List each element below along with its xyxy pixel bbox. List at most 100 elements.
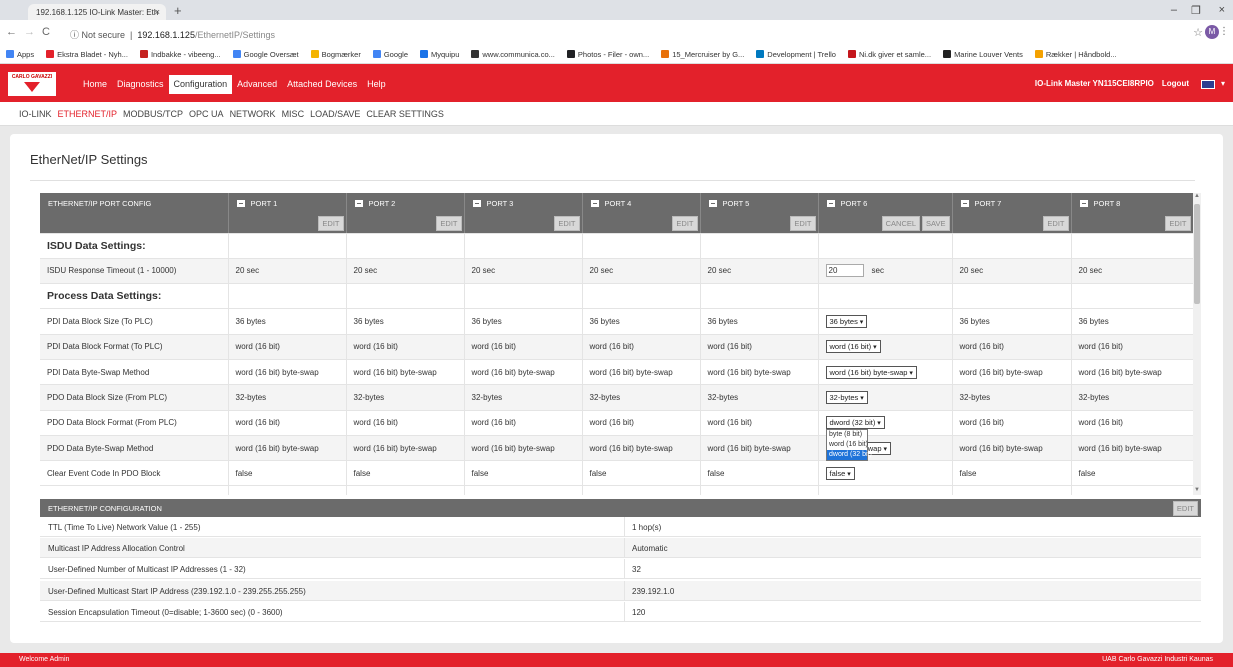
edit-button[interactable]: EDIT	[790, 215, 816, 231]
edit-button[interactable]: EDIT	[1043, 215, 1069, 231]
dropdown-option[interactable]: dword (32 bit)	[827, 450, 872, 460]
nav-item-configuration[interactable]: Configuration	[168, 75, 233, 94]
value-cell: word (16 bit) byte-swap	[1071, 359, 1193, 386]
edit-button[interactable]: EDIT	[554, 215, 580, 231]
subnav-item-ethernet-ip[interactable]: ETHERNET/IP	[58, 109, 118, 119]
edit-button[interactable]: EDIT	[672, 215, 698, 231]
port-column-header: PORT 3	[464, 193, 583, 214]
subnav-item-io-link[interactable]: IO-LINK	[19, 109, 52, 119]
menu-icon[interactable]: ⋮	[1219, 26, 1229, 37]
nav-item-diagnostics[interactable]: Diagnostics	[112, 75, 169, 94]
chevron-down-icon[interactable]: ▾	[1221, 79, 1225, 88]
nav-item-advanced[interactable]: Advanced	[232, 75, 282, 94]
new-tab-icon[interactable]: +	[174, 3, 182, 18]
bookmark-item[interactable]: Bogmærker	[305, 46, 367, 59]
browser-tabbar: 192.168.1.125 IO-Link Master: Eth × + – ❐…	[0, 0, 1233, 20]
section-row: ISDU Data Settings:	[40, 233, 1193, 259]
select-field[interactable]: 32-bytes	[825, 390, 868, 404]
logout-link[interactable]: Logout	[1162, 79, 1189, 88]
eip-config-edit-button[interactable]: EDIT	[1172, 501, 1198, 516]
back-icon[interactable]: ←	[6, 26, 17, 38]
edit-button[interactable]: EDIT	[1165, 215, 1191, 231]
select-field[interactable]: 36 bytes	[825, 315, 868, 329]
collapse-icon[interactable]	[708, 200, 717, 207]
select-field[interactable]: word (16 bit)	[825, 340, 881, 354]
bookmark-item[interactable]: Indbakke - vibeeng...	[134, 46, 227, 59]
bookmark-item[interactable]: Myquipu	[414, 46, 465, 59]
subnav-item-modbus-tcp[interactable]: MODBUS/TCP	[123, 109, 183, 119]
subnav-item-opc-ua[interactable]: OPC UA	[189, 109, 224, 119]
collapse-icon[interactable]	[826, 200, 835, 207]
empty-cell	[228, 283, 347, 310]
bookmark-item[interactable]: Apps	[0, 46, 40, 59]
config-label: Session Encapsulation Timeout (0=disable…	[48, 607, 283, 617]
bookmark-star-icon[interactable]: ☆	[1193, 26, 1203, 39]
collapse-icon[interactable]	[472, 200, 481, 207]
bookmark-icon	[847, 50, 856, 58]
edit-button[interactable]: EDIT	[436, 215, 462, 231]
bookmark-icon	[310, 50, 319, 58]
logo[interactable]: CARLO GAVAZZI	[8, 72, 56, 96]
collapse-icon[interactable]	[590, 200, 599, 207]
value-cell: word (16 bit) byte-swap	[346, 435, 465, 462]
close-tab-icon[interactable]: ×	[155, 7, 160, 17]
row-label: Clear Event Code In PDO Block	[40, 460, 229, 487]
subnav-item-misc[interactable]: MISC	[282, 109, 305, 119]
scrollbar-thumb[interactable]	[1194, 204, 1200, 304]
nav-item-attached-devices[interactable]: Attached Devices	[282, 75, 362, 94]
bookmark-item[interactable]: Development | Trello	[750, 46, 842, 59]
port-column-header: PORT 5	[700, 193, 819, 214]
bookmark-item[interactable]: Rækker | Håndbold...	[1029, 46, 1123, 59]
table-row: ISDU Response Timeout (1 - 10000) 20 sec 2…	[40, 258, 1193, 285]
subnav-item-load-save[interactable]: LOAD/SAVE	[310, 109, 360, 119]
dropdown-option[interactable]: word (16 bit)	[827, 440, 868, 450]
dropdown-option[interactable]: byte (8 bit)	[827, 430, 867, 440]
select-field[interactable]: dword (32 bit)	[825, 416, 885, 430]
port-label: PORT 8	[1093, 199, 1121, 208]
select-field[interactable]: word (16 bit) byte-swap	[825, 365, 917, 379]
bookmark-item[interactable]: Marine Louver Vents	[937, 46, 1029, 59]
bookmark-icon	[1034, 50, 1043, 58]
collapse-icon[interactable]	[354, 200, 363, 207]
language-flag-icon[interactable]	[1201, 80, 1215, 89]
collapse-icon[interactable]	[236, 200, 245, 207]
scroll-down-icon[interactable]: ▼	[1194, 487, 1200, 493]
collapse-icon[interactable]	[1079, 200, 1088, 207]
reload-icon[interactable]: C	[42, 26, 50, 38]
value-cell: word (16 bit)	[464, 334, 583, 360]
value-cell: 32-bytes	[1071, 384, 1193, 411]
select-field[interactable]: false	[825, 466, 855, 480]
timeout-input[interactable]: 20	[825, 264, 864, 278]
port-config-table-container[interactable]: ETHERNET/IP PORT CONFIG PORT 1 PORT 2 PORT …	[40, 193, 1193, 495]
cancel-button[interactable]: CANCEL	[881, 215, 921, 231]
avatar[interactable]: M	[1205, 25, 1219, 39]
save-button[interactable]: SAVE	[922, 215, 950, 231]
value-cell: false	[582, 460, 701, 487]
value-cell: word (16 bit) byte-swap	[1071, 435, 1193, 462]
bookmark-item[interactable]: www.communica.co...	[465, 46, 561, 59]
nav-item-home[interactable]: Home	[78, 75, 112, 94]
config-label: User-Defined Multicast Start IP Address …	[48, 586, 306, 596]
edit-button[interactable]: EDIT	[318, 215, 344, 231]
subnav-item-network[interactable]: NETWORK	[230, 109, 276, 119]
bookmark-item[interactable]: 15_Mercruiser by G...	[655, 46, 750, 59]
collapse-icon[interactable]	[960, 200, 969, 207]
bookmark-item[interactable]: Ekstra Bladet - Nyh...	[40, 46, 134, 59]
bookmark-item[interactable]: Google Oversæt	[227, 46, 305, 59]
value-cell: 32-bytes	[700, 384, 819, 411]
bookmark-item[interactable]: Google	[367, 46, 414, 59]
browser-tab[interactable]: 192.168.1.125 IO-Link Master: Eth ×	[28, 4, 166, 20]
forward-icon[interactable]: →	[24, 26, 35, 38]
scroll-up-icon[interactable]: ▲	[1194, 193, 1200, 199]
bookmark-item[interactable]: Photos - Filer - own...	[561, 46, 655, 59]
nav-item-help[interactable]: Help	[362, 75, 391, 94]
maximize-icon[interactable]: ❐	[1191, 4, 1201, 17]
minimize-icon[interactable]: –	[1171, 4, 1177, 16]
url-field[interactable]: ⓘ Not secure | 192.168.1.125/EthernetIP/…	[70, 28, 275, 41]
close-window-icon[interactable]: ×	[1219, 4, 1225, 16]
bookmark-icon	[661, 50, 670, 58]
bookmark-item[interactable]: Ni.dk giver et samle...	[842, 46, 937, 59]
bookmark-label: Google	[383, 50, 409, 59]
subnav-item-clear-settings[interactable]: CLEAR SETTINGS	[366, 109, 444, 119]
value-cell: 20 sec	[228, 258, 347, 285]
